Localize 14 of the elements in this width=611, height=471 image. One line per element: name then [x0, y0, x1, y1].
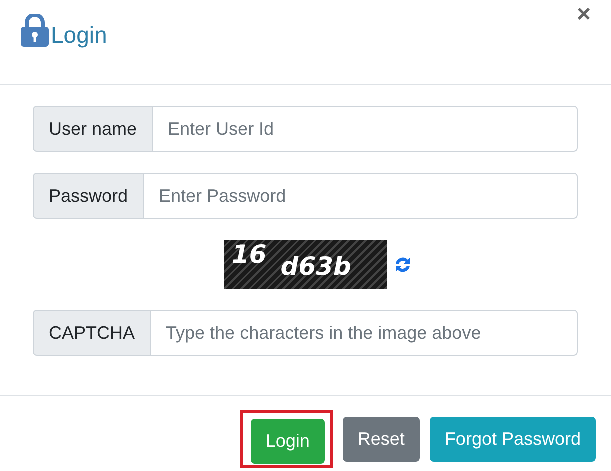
dialog-title: Login	[51, 22, 108, 48]
field-label: CAPTCHA	[33, 310, 152, 356]
field-label: User name	[33, 106, 154, 152]
captcha-text: d63b	[280, 252, 352, 281]
input-field[interactable]: Enter User Id	[153, 106, 578, 152]
close-button[interactable]: ×	[576, 2, 591, 28]
captcha-text: 16	[232, 240, 267, 269]
field-label: Password	[33, 173, 144, 219]
reset-button[interactable]: Reset	[342, 416, 420, 462]
lock-icon	[20, 14, 50, 48]
input-field[interactable]: Enter Password	[144, 173, 578, 219]
input-field[interactable]: Type the characters in the image above	[151, 310, 578, 356]
forgot-password-button[interactable]: Forgot Password	[430, 416, 596, 462]
login-button[interactable]: Login	[250, 419, 325, 464]
